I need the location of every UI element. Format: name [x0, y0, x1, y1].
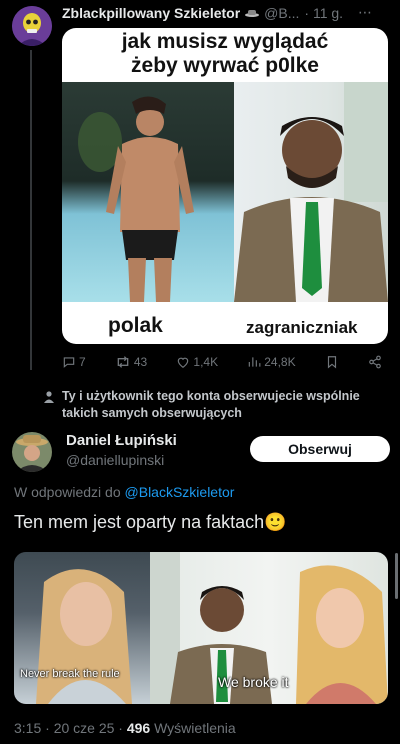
bookmark-icon [327, 356, 336, 369]
reply-views-count: 496 [126, 720, 151, 736]
meme-title-line2: żeby wyrwać p0lke [131, 54, 319, 77]
media-left-photo: Never break the rule [14, 552, 150, 704]
muscular-man-figure [78, 96, 194, 302]
skull-icon [12, 6, 52, 46]
bookmark-action[interactable] [325, 355, 339, 369]
post-time[interactable]: · 11 g. [304, 5, 343, 21]
media-overlay-left: Never break the rule [20, 668, 120, 680]
in-reply-to: W odpowiedzi do @BlackSzkieletor [14, 484, 234, 500]
media-right-photo: We broke it [150, 552, 388, 704]
daniel-avatar[interactable] [12, 432, 52, 472]
reply-meta: 3:15 · 20 cze 25 · 496 Wyświetlenia [14, 720, 236, 736]
follow-button[interactable]: Obserwuj [250, 436, 390, 462]
reply-display-name[interactable]: Daniel Łupiński [66, 432, 177, 449]
repost-icon [117, 356, 129, 368]
reply-media[interactable]: Never break the rule We broke it [14, 552, 388, 704]
reply-time-date: 3:15 · 20 cze 25 · [14, 720, 123, 736]
thread-line [30, 50, 32, 370]
meme-title: jak musisz wyglądać żeby wyrwać p0lke [62, 28, 388, 80]
share-action[interactable] [368, 355, 382, 369]
person-icon [44, 391, 54, 403]
repost-action[interactable]: 43 [115, 355, 147, 369]
scrollbar-thumb[interactable] [395, 553, 398, 599]
like-count: 1,4K [193, 355, 219, 369]
mutual-followers-notice: Ty i użytkownik tego konta obserwujecie … [62, 389, 360, 420]
man-with-hat-icon [12, 432, 52, 472]
repost-count: 43 [133, 355, 148, 369]
in-reply-handle-link[interactable]: @BlackSzkieletor [125, 484, 235, 500]
photo-polak [62, 82, 234, 302]
meme-caption-left: polak [108, 314, 163, 337]
suit-man-figure [234, 82, 388, 302]
share-icon [369, 355, 381, 369]
meme-image[interactable]: jak musisz wyglądać żeby wyrwać p0lke po… [62, 28, 388, 344]
views-chart-icon [249, 357, 261, 367]
post-header: Zblackpillowany Szkieletor @B... · 11 g.… [62, 4, 372, 21]
post-actions-bar: 7 43 1,4K 24,8K [62, 350, 382, 374]
reply-handle[interactable]: @daniellupinski [66, 452, 164, 468]
post-handle[interactable]: @B... [264, 5, 299, 21]
like-action[interactable]: 1,4K [176, 355, 218, 369]
hat-emoji-icon [245, 9, 260, 17]
reply-views-label: Wyświetlenia [154, 720, 236, 736]
reply-action[interactable]: 7 [62, 355, 86, 369]
meme-caption-right: zagraniczniak [246, 318, 358, 337]
heart-icon [178, 357, 189, 368]
reply-count: 7 [79, 355, 86, 369]
reply-bubble-icon [63, 357, 75, 368]
smile-emoji-icon: 🙂 [264, 512, 287, 532]
post-display-name[interactable]: Zblackpillowany Szkieletor [62, 5, 240, 21]
media-overlay-right: We broke it [218, 674, 289, 690]
in-reply-prefix: W odpowiedzi do [14, 484, 121, 500]
more-options-icon[interactable]: ⋯ [358, 4, 372, 21]
photo-zagraniczniak [234, 82, 388, 302]
reply-text: Ten mem jest oparty na faktach🙂 [14, 512, 287, 533]
blonde-woman-figure [36, 569, 132, 704]
views-action[interactable]: 24,8K [247, 355, 296, 369]
views-count: 24,8K [264, 355, 296, 369]
meme-title-line1: jak musisz wyglądać [121, 30, 329, 53]
reply-text-body: Ten mem jest oparty na faktach [14, 512, 265, 532]
skeletor-avatar[interactable] [12, 6, 52, 46]
